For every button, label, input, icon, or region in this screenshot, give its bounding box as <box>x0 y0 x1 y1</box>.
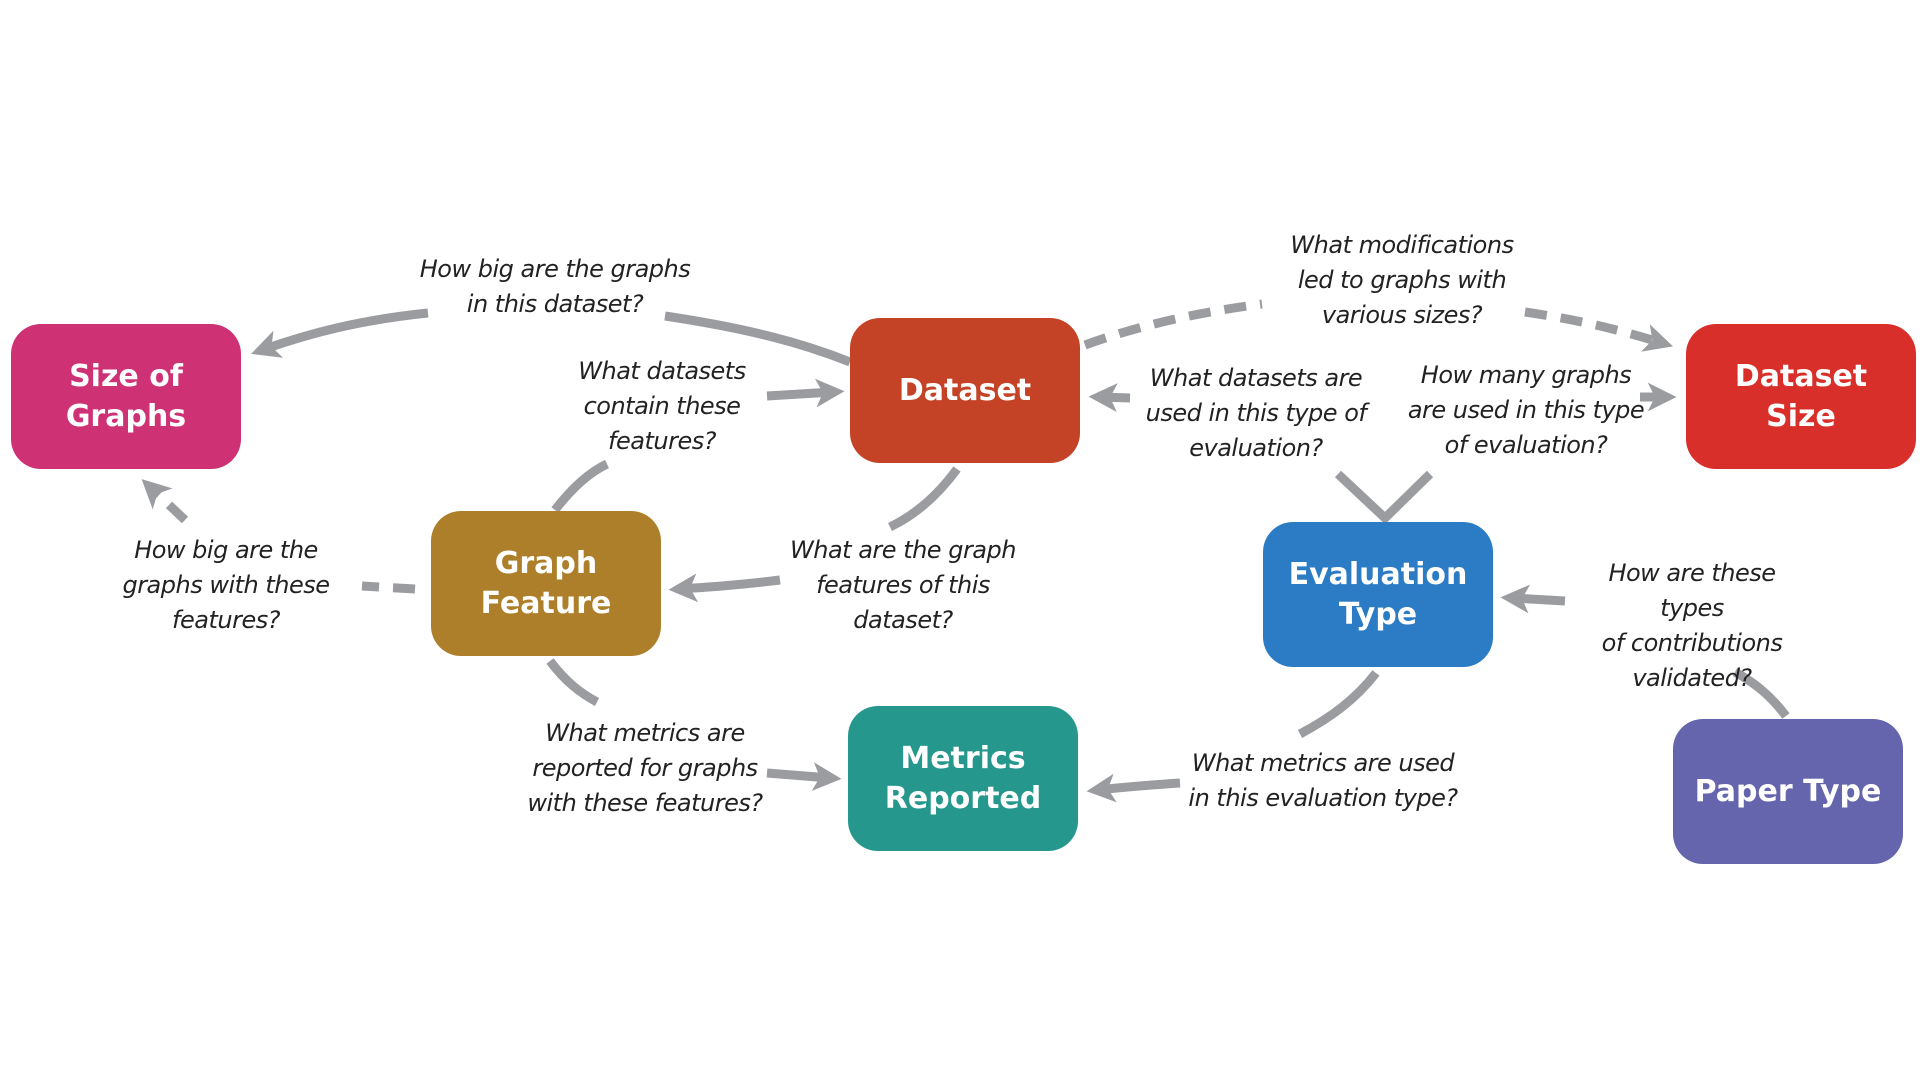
question-eval-to-dataset-size: How many graphs are used in this type of… <box>1407 361 1645 459</box>
question-feature-to-metrics: What metrics are reported for graphs wit… <box>527 719 763 817</box>
edge-modifications-right <box>1524 307 1674 352</box>
node-evaluation-type: Evaluation Type <box>1263 522 1493 667</box>
edge-eval-v-connector <box>1334 470 1434 525</box>
edge-feature-to-metrics-head <box>766 762 842 791</box>
edge-eval-to-metrics-tail <box>1297 670 1380 738</box>
node-label: Metrics Reported <box>884 740 1042 816</box>
edge-modifications-left <box>1083 299 1263 350</box>
node-label: Dataset Size <box>1734 358 1868 434</box>
edge-dataset-to-feature-head <box>668 573 781 603</box>
edge-eval-to-metrics-head <box>1086 773 1181 803</box>
question-eval-to-metrics: What metrics are used in this evaluation… <box>1188 749 1458 812</box>
edge-feature-to-size-dashed-up <box>141 479 189 524</box>
edge-eval-to-dataset-head <box>1088 383 1131 412</box>
node-size-of-graphs: Size of Graphs <box>11 324 241 469</box>
node-label: Evaluation Type <box>1288 556 1468 632</box>
edge-dataset-to-size-of-graphs <box>251 308 429 358</box>
edge-paper-to-eval-head <box>1500 584 1566 614</box>
node-paper-type: Paper Type <box>1673 719 1903 864</box>
question-eval-to-dataset: What datasets are used in this type of e… <box>1145 364 1367 462</box>
question-modifications-sizes: What modifications led to graphs with va… <box>1290 231 1514 329</box>
node-label: Graph Feature <box>480 545 612 621</box>
question-feature-to-size: How big are the graphs with these featur… <box>122 536 330 634</box>
node-label: Paper Type <box>1694 773 1882 809</box>
question-paper-to-eval: How are these types of contributions val… <box>1601 559 1783 692</box>
node-label: Dataset <box>898 372 1032 408</box>
edge-dataset-to-feature-tail <box>888 466 961 532</box>
node-label: Size of Graphs <box>65 358 187 434</box>
edge-feature-to-dataset-head <box>766 378 845 408</box>
edge-feature-to-size-dashed <box>361 581 416 594</box>
edge-feature-to-dataset-tail <box>551 459 610 513</box>
node-graph-feature: Graph Feature <box>431 511 661 656</box>
edge-feature-to-metrics-tail <box>546 658 600 706</box>
node-metrics-reported: Metrics Reported <box>848 706 1078 851</box>
question-feature-to-dataset: What datasets contain these features? <box>578 357 746 455</box>
node-dataset: Dataset <box>850 318 1080 463</box>
question-dataset-to-size: How big are the graphs in this dataset? <box>419 255 691 318</box>
node-dataset-size: Dataset Size <box>1686 324 1916 469</box>
question-dataset-to-feature: What are the graph features of this data… <box>790 536 1016 634</box>
